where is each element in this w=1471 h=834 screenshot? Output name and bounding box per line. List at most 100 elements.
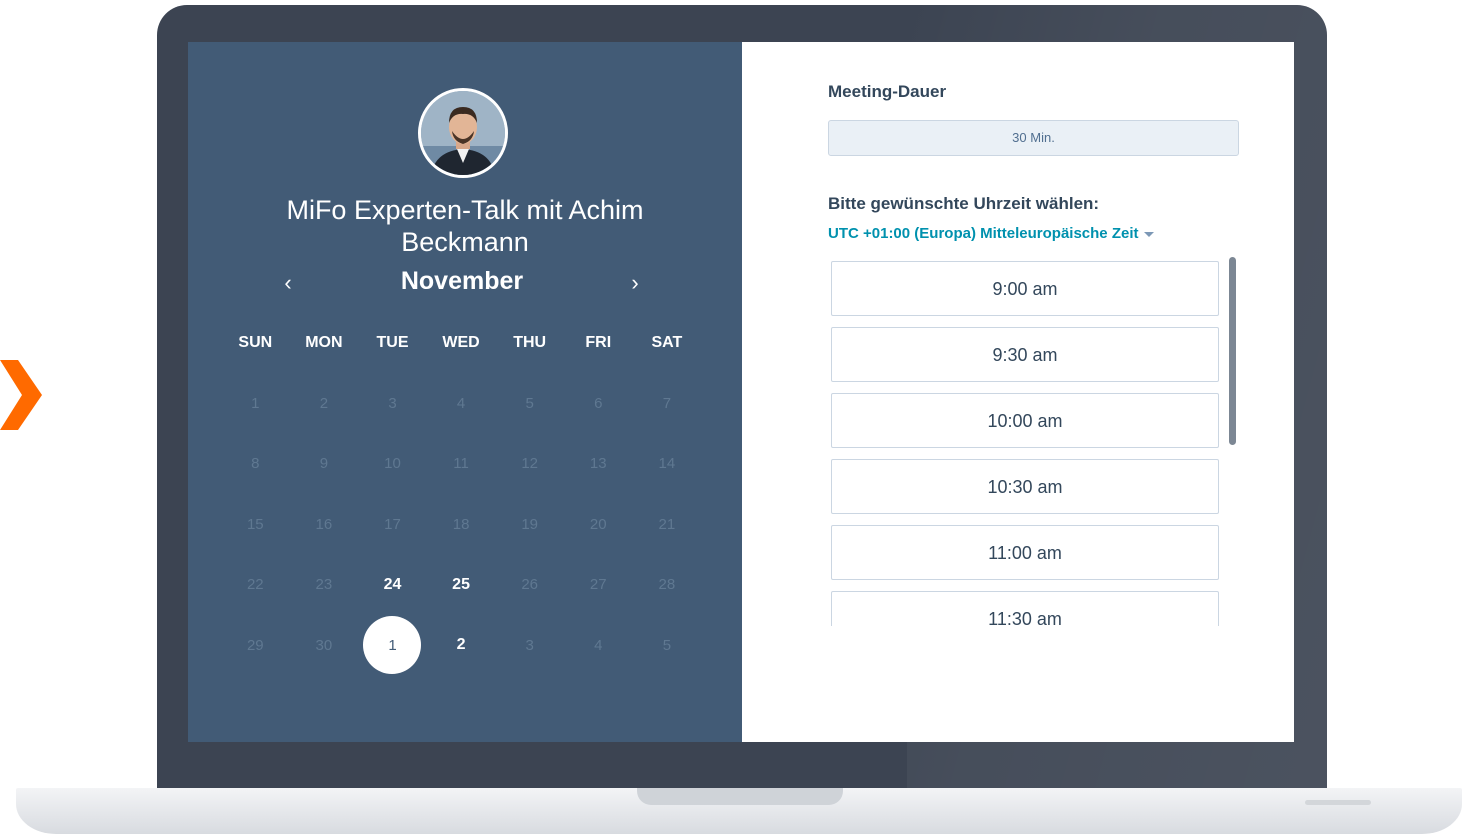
orange-chevron-icon <box>0 360 42 430</box>
next-month-button[interactable]: › <box>620 268 650 298</box>
disabled-day: 9 <box>290 434 359 495</box>
chevron-right-icon: › <box>631 270 639 295</box>
weekday-label: WED <box>442 334 480 351</box>
day-number: 7 <box>662 394 672 412</box>
day-number: 24 <box>383 575 402 593</box>
day-number: 28 <box>658 576 676 594</box>
disabled-day: 20 <box>564 494 633 555</box>
scrollbar-thumb[interactable] <box>1229 257 1236 445</box>
disabled-day: 29 <box>221 615 290 676</box>
disabled-day: 14 <box>633 434 702 495</box>
disabled-day: 16 <box>290 494 359 555</box>
day-number: 22 <box>246 576 264 594</box>
disabled-day: 5 <box>633 615 702 676</box>
disabled-day: 6 <box>564 373 633 434</box>
disabled-day: 17 <box>358 494 427 555</box>
disabled-day: 7 <box>633 373 702 434</box>
disabled-day: 5 <box>495 373 564 434</box>
day-number: 30 <box>315 636 333 654</box>
day-number: 21 <box>658 515 676 533</box>
disabled-day: 11 <box>427 434 496 495</box>
day-number: 9 <box>319 455 329 473</box>
time-slot-list: 9:00 am 9:30 am 10:00 am 10:30 am 11:00 am 11… <box>831 261 1223 626</box>
available-day[interactable]: 24 <box>358 555 427 616</box>
disabled-day: 1 <box>221 373 290 434</box>
available-day[interactable]: 2 <box>427 615 496 676</box>
weekday-header: SUN MON TUE WED THU FRI SAT <box>221 334 701 354</box>
timezone-dropdown[interactable]: UTC +01:00 (Europa) Mitteleuropäische Ze… <box>828 225 1155 242</box>
weekday-label: MON <box>305 334 343 351</box>
weekday-label: THU <box>513 334 547 351</box>
meeting-title: MiFo Experten-Talk mit Achim Beckmann <box>286 195 644 257</box>
calendar-grid: 1 2 3 4 5 6 7 8 9 10 11 12 13 14 15 16 17 18 19 20 21 22 23 24 2… <box>221 373 701 676</box>
disabled-day: 19 <box>495 494 564 555</box>
time-slot-button[interactable]: 11:00 am <box>831 525 1219 580</box>
day-number: 20 <box>589 515 607 533</box>
day-number: 1 <box>251 394 260 412</box>
weekday-label: SAT <box>651 334 683 351</box>
disabled-day: 21 <box>633 494 702 555</box>
day-number: 12 <box>521 455 539 473</box>
disabled-day: 18 <box>427 494 496 555</box>
previous-month-button[interactable]: ‹ <box>273 268 303 298</box>
day-number: 11 <box>453 455 469 473</box>
day-number: 1 <box>388 636 397 654</box>
month-label: November <box>400 267 524 295</box>
laptop-notch <box>637 788 843 805</box>
day-number: 10 <box>384 455 401 473</box>
laptop-screen: MiFo Experten-Talk mit Achim Beckmann ‹ … <box>188 42 1294 742</box>
weekday-label: TUE <box>376 334 409 351</box>
timezone-label: UTC +01:00 (Europa) Mitteleuropäische Ze… <box>828 225 1139 242</box>
disabled-day: 4 <box>564 615 633 676</box>
day-number: 14 <box>658 455 676 473</box>
day-number: 2 <box>319 394 329 412</box>
disabled-day: 2 <box>290 373 359 434</box>
time-slot-button[interactable]: 9:00 am <box>831 261 1219 316</box>
disabled-day: 27 <box>564 555 633 616</box>
time-slot-button[interactable]: 11:30 am <box>831 591 1219 626</box>
day-number: 13 <box>589 455 607 473</box>
disabled-day: 28 <box>633 555 702 616</box>
booking-panel: Meeting-Dauer 30 Min. Bitte gewünschte U… <box>742 42 1294 742</box>
day-number: 23 <box>315 576 333 594</box>
time-slot-button[interactable]: 9:30 am <box>831 327 1219 382</box>
disabled-day: 3 <box>495 615 564 676</box>
day-number: 5 <box>662 636 672 654</box>
disabled-day: 15 <box>221 494 290 555</box>
day-number: 18 <box>452 515 470 533</box>
day-number: 19 <box>521 515 539 533</box>
disabled-day: 4 <box>427 373 496 434</box>
disabled-day: 12 <box>495 434 564 495</box>
disabled-day: 10 <box>358 434 427 495</box>
day-number: 5 <box>525 394 534 412</box>
time-slot-button[interactable]: 10:30 am <box>831 459 1219 514</box>
caret-down-icon <box>1144 231 1155 237</box>
time-slot-button[interactable]: 10:00 am <box>831 393 1219 448</box>
calendar-panel: MiFo Experten-Talk mit Achim Beckmann ‹ … <box>188 42 742 742</box>
avatar-photo-icon <box>421 91 505 175</box>
day-number: 3 <box>388 394 397 412</box>
day-number: 16 <box>315 515 333 533</box>
disabled-day: 13 <box>564 434 633 495</box>
day-number: 27 <box>589 576 607 594</box>
selected-day[interactable]: 1 <box>358 615 427 676</box>
day-number: 3 <box>525 636 534 654</box>
weekday-label: FRI <box>585 334 612 351</box>
duration-option[interactable]: 30 Min. <box>828 120 1239 156</box>
day-number: 4 <box>456 394 466 412</box>
available-day[interactable]: 25 <box>427 555 496 616</box>
day-number: 15 <box>246 515 264 533</box>
disabled-day: 26 <box>495 555 564 616</box>
duration-label: Meeting-Dauer <box>828 82 947 101</box>
disabled-day: 3 <box>358 373 427 434</box>
day-number: 26 <box>521 576 539 594</box>
disabled-day: 22 <box>221 555 290 616</box>
day-number: 4 <box>594 636 603 654</box>
day-number: 17 <box>384 515 401 533</box>
disabled-day: 23 <box>290 555 359 616</box>
day-number: 25 <box>452 575 470 593</box>
day-number: 8 <box>251 455 260 473</box>
laptop-vent <box>1305 800 1371 805</box>
day-number: 29 <box>246 636 264 654</box>
weekday-label: SUN <box>238 334 273 351</box>
